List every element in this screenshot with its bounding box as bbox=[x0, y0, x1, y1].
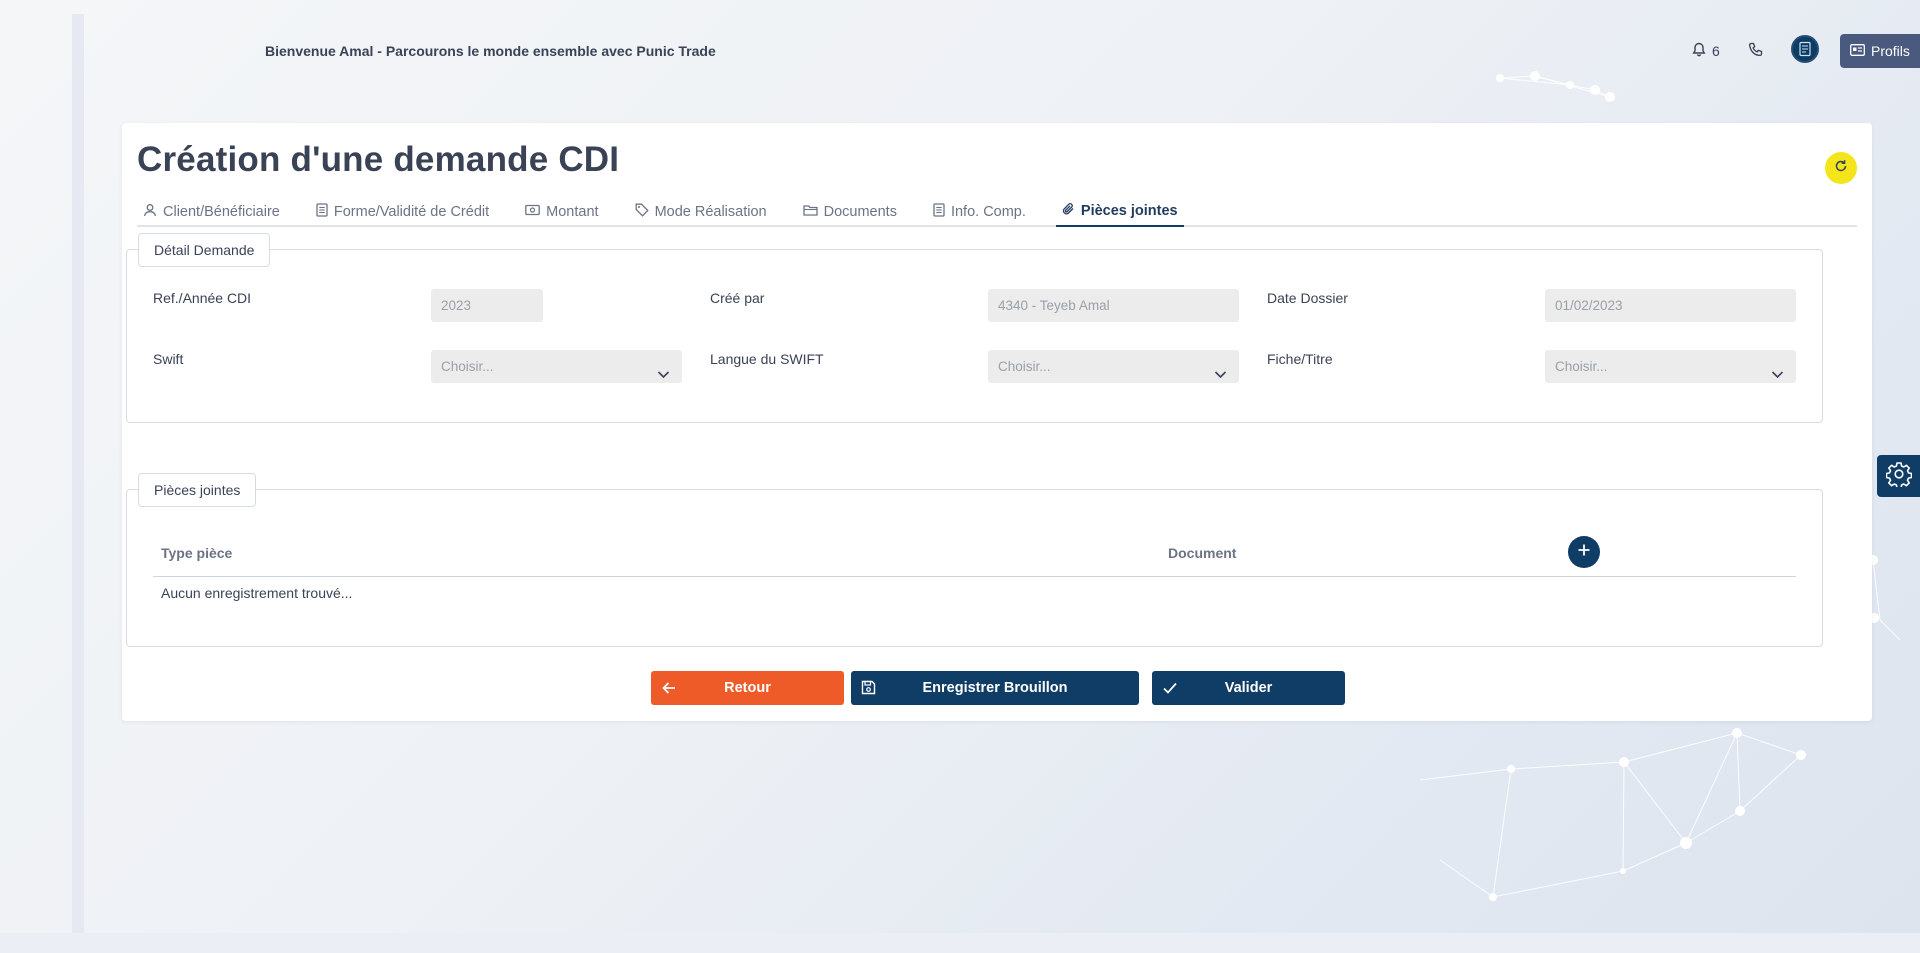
profils-button[interactable]: Profils bbox=[1840, 34, 1920, 68]
refresh-button[interactable] bbox=[1825, 152, 1857, 184]
tab-label: Mode Réalisation bbox=[654, 204, 767, 220]
tab-label: Documents bbox=[823, 204, 897, 220]
money-icon bbox=[525, 204, 541, 220]
pieces-jointes-fieldset bbox=[126, 489, 1823, 647]
empty-table-message: Aucun enregistrement trouvé... bbox=[161, 585, 353, 601]
ref-annee-label: Ref./Année CDI bbox=[153, 290, 252, 306]
tab-client-beneficiaire[interactable]: Client/Bénéficiaire bbox=[137, 197, 286, 227]
date-dossier-field[interactable]: 01/02/2023 bbox=[1545, 289, 1796, 322]
profils-label: Profils bbox=[1871, 43, 1910, 59]
notifications-button[interactable]: 6 bbox=[1692, 42, 1720, 60]
user-icon bbox=[143, 203, 157, 221]
table-header-divider bbox=[153, 576, 1796, 577]
tab-bar: Client/Bénéficiaire Forme/Validité de Cr… bbox=[137, 197, 1857, 227]
tab-label: Pièces jointes bbox=[1080, 203, 1178, 219]
tab-label: Client/Bénéficiaire bbox=[163, 204, 280, 220]
bottom-strip bbox=[0, 933, 1920, 953]
valider-button[interactable]: Valider bbox=[1152, 671, 1345, 705]
save-icon bbox=[861, 680, 876, 699]
retour-label: Retour bbox=[724, 680, 771, 696]
bell-icon bbox=[1692, 42, 1706, 60]
tab-mode-realisation[interactable]: Mode Réalisation bbox=[629, 197, 773, 227]
refresh-icon bbox=[1834, 159, 1848, 178]
tab-label: Info. Comp. bbox=[950, 204, 1026, 220]
cree-par-field[interactable]: 4340 - Teyeb Amal bbox=[988, 289, 1239, 322]
ref-annee-field[interactable]: 2023 bbox=[431, 289, 543, 322]
tab-forme-validite[interactable]: Forme/Validité de Crédit bbox=[310, 197, 495, 227]
plus-icon bbox=[1577, 543, 1591, 562]
langue-swift-select-value: Choisir... bbox=[998, 359, 1051, 374]
page-title: Création d'une demande CDI bbox=[137, 140, 620, 179]
detail-demande-fieldset bbox=[126, 249, 1823, 423]
tab-documents[interactable]: Documents bbox=[797, 197, 903, 227]
left-sidebar-strip bbox=[72, 14, 84, 934]
retour-button[interactable]: Retour bbox=[651, 671, 844, 705]
avatar[interactable] bbox=[1791, 35, 1819, 63]
column-type-piece: Type pièce bbox=[161, 545, 233, 561]
tab-montant[interactable]: Montant bbox=[519, 197, 604, 227]
add-attachment-button[interactable] bbox=[1568, 536, 1600, 568]
enregistrer-brouillon-label: Enregistrer Brouillon bbox=[922, 680, 1068, 696]
folder-icon bbox=[802, 204, 818, 220]
swift-select-value: Choisir... bbox=[441, 359, 494, 374]
arrow-left-icon bbox=[661, 680, 677, 700]
chevron-down-icon bbox=[1214, 360, 1227, 383]
column-document: Document bbox=[1168, 545, 1237, 561]
fiche-titre-select[interactable]: Choisir... bbox=[1545, 350, 1796, 383]
settings-side-button[interactable] bbox=[1877, 455, 1920, 497]
notification-count: 6 bbox=[1712, 43, 1720, 59]
tab-label: Forme/Validité de Crédit bbox=[333, 204, 490, 220]
chevron-down-icon bbox=[1771, 360, 1784, 383]
tag-icon bbox=[635, 203, 649, 221]
enregistrer-brouillon-button[interactable]: Enregistrer Brouillon bbox=[851, 671, 1139, 705]
id-card-icon bbox=[1850, 43, 1865, 59]
langue-swift-label: Langue du SWIFT bbox=[710, 351, 824, 367]
cree-par-label: Créé par bbox=[710, 290, 765, 306]
tab-label: Montant bbox=[546, 204, 599, 220]
gear-icon bbox=[1885, 461, 1912, 492]
swift-select[interactable]: Choisir... bbox=[431, 350, 682, 383]
chevron-down-icon bbox=[657, 360, 670, 383]
tab-pieces-jointes[interactable]: Pièces jointes bbox=[1055, 197, 1184, 227]
fiche-titre-select-value: Choisir... bbox=[1555, 359, 1608, 374]
valider-label: Valider bbox=[1224, 680, 1273, 696]
check-icon bbox=[1162, 680, 1178, 700]
document-icon bbox=[933, 203, 945, 221]
document-icon bbox=[316, 203, 328, 221]
tab-info-comp[interactable]: Info. Comp. bbox=[927, 197, 1032, 227]
pieces-jointes-legend: Pièces jointes bbox=[138, 473, 257, 507]
welcome-message: Bienvenue Amal - Parcourons le monde ens… bbox=[265, 43, 716, 59]
detail-demande-legend: Détail Demande bbox=[138, 233, 271, 267]
date-dossier-label: Date Dossier bbox=[1267, 290, 1348, 306]
phone-icon[interactable] bbox=[1748, 42, 1764, 63]
fiche-titre-label: Fiche/Titre bbox=[1267, 351, 1333, 367]
paperclip-icon bbox=[1062, 202, 1075, 220]
top-header: Bienvenue Amal - Parcourons le monde ens… bbox=[0, 0, 1920, 100]
langue-swift-select[interactable]: Choisir... bbox=[988, 350, 1239, 383]
swift-label: Swift bbox=[153, 351, 184, 367]
